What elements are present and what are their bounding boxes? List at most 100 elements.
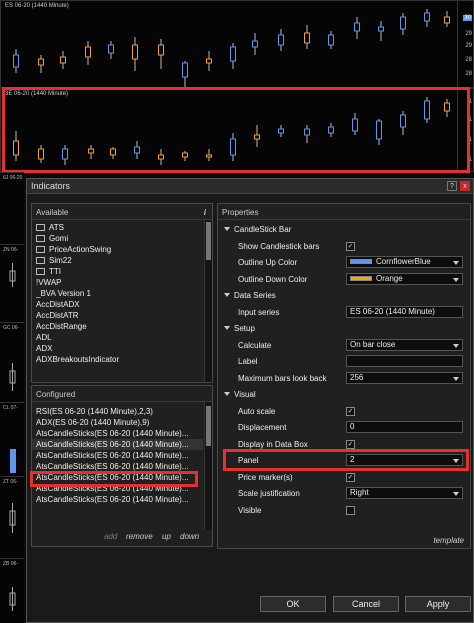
configured-item[interactable]: AtsCandleSticks(ES 06-20 (1440 Minute)..… <box>32 450 203 461</box>
property-dropdown[interactable]: Orange <box>346 272 463 285</box>
top-chart-price-axis[interactable]: 30 29 29 28 28 <box>457 1 473 87</box>
property-dropdown[interactable]: On bar close <box>346 338 463 351</box>
candle-body <box>424 12 430 22</box>
property-name: Visible <box>238 505 262 515</box>
info-icon[interactable]: i <box>204 208 206 217</box>
side-chart-label: CL 07- <box>3 405 18 411</box>
available-item-label: TTI <box>49 267 61 276</box>
color-swatch <box>350 275 372 281</box>
up-link[interactable]: up <box>162 532 171 541</box>
property-checkbox[interactable]: ✓ <box>346 472 355 482</box>
property-name: Display in Data Box <box>238 439 308 449</box>
property-dropdown[interactable]: Right <box>346 487 463 499</box>
candle-body <box>354 22 360 32</box>
close-button[interactable]: x <box>460 181 470 191</box>
side-chart-label: GC 06- <box>3 325 20 331</box>
property-checkbox[interactable] <box>346 505 355 515</box>
candle-body <box>60 56 66 64</box>
candle-body <box>400 16 406 30</box>
candle-body <box>182 62 188 78</box>
apply-button[interactable]: Apply <box>405 596 471 612</box>
available-scrollbar[interactable] <box>204 220 212 382</box>
scroll-thumb[interactable] <box>206 406 211 446</box>
side-chart-label: ZN 06- <box>3 247 19 253</box>
template-link[interactable]: template <box>433 536 464 545</box>
indicators-dialog[interactable]: Indicators ? x Available i ATS Gomi PriceA… <box>26 178 474 623</box>
available-item[interactable]: PriceActionSwing <box>32 244 203 255</box>
configured-item[interactable]: AtsCandleSticks(ES 06-20 (1440 Minute)..… <box>32 494 203 505</box>
property-name: Price marker(s) <box>238 472 293 482</box>
property-category[interactable]: Data Series <box>218 288 470 303</box>
available-item[interactable]: Gomi <box>32 233 203 244</box>
category-label: Data Series <box>234 291 276 300</box>
configured-scrollbar[interactable] <box>204 402 212 530</box>
side-chart[interactable]: 6J 06-20 <box>0 172 24 244</box>
side-candles <box>9 503 16 533</box>
side-chart[interactable]: ZB 06- <box>0 558 24 623</box>
available-item[interactable]: ADL <box>32 332 203 343</box>
ok-button[interactable]: OK <box>260 596 326 612</box>
candle-body <box>158 44 164 56</box>
side-chart[interactable]: GC 06- <box>0 322 24 402</box>
property-row: Show Candlestick bars ✓ <box>218 239 470 254</box>
available-item[interactable]: ADX <box>32 343 203 354</box>
available-item[interactable]: ADXBreakoutsIndicator <box>32 354 203 365</box>
available-item-label: Gomi <box>49 234 69 243</box>
property-checkbox[interactable]: ✓ <box>346 439 355 449</box>
property-dropdown[interactable]: CornflowerBlue <box>346 256 463 268</box>
property-category[interactable]: Setup <box>218 321 470 336</box>
side-chart[interactable]: ZN 06- <box>0 244 24 322</box>
category-title: CandleStick Bar <box>224 225 291 234</box>
configured-item[interactable]: AtsCandleSticks(ES 06-20 (1440 Minute)..… <box>32 439 203 450</box>
property-value: CornflowerBlue <box>376 257 431 266</box>
available-item[interactable]: Sim22 <box>32 255 203 266</box>
available-item[interactable]: ATS <box>32 222 203 233</box>
candle-body <box>328 34 334 46</box>
configured-item[interactable]: AtsCandleSticks(ES 06-20 (1440 Minute)..… <box>32 428 203 439</box>
property-name: Displacement <box>238 423 287 432</box>
property-input[interactable]: 0 <box>346 421 463 433</box>
top-chart-panel[interactable]: ES 06-20 (1440 Minute) 30 29 29 28 28 <box>0 0 474 88</box>
configured-title: Configured <box>36 390 76 399</box>
add-link[interactable]: add <box>104 532 117 541</box>
configured-item[interactable]: RSI(ES 06-20 (1440 Minute),2,3) <box>32 406 203 417</box>
property-input[interactable] <box>346 355 463 367</box>
cancel-button[interactable]: Cancel <box>333 596 399 612</box>
available-item[interactable]: TTI <box>32 266 203 277</box>
available-item[interactable]: !VWAP <box>32 277 203 288</box>
available-item[interactable]: AccDistATR <box>32 310 203 321</box>
property-dropdown[interactable]: 256 <box>346 371 463 384</box>
configured-list[interactable]: RSI(ES 06-20 (1440 Minute),2,3) ADX(ES 06… <box>32 406 203 505</box>
folder-icon <box>36 268 45 275</box>
available-header: Available i <box>32 204 212 220</box>
property-checkbox[interactable]: ✓ <box>346 406 355 416</box>
side-chart-label: ZB 06- <box>3 561 19 567</box>
help-button[interactable]: ? <box>447 181 457 191</box>
available-item[interactable]: _BVA Version 1 <box>32 288 203 299</box>
properties-panel: Properties CandleStick Bar Show Candlesti… <box>217 203 471 549</box>
available-item[interactable]: AccDistRange <box>32 321 203 332</box>
category-label: Setup <box>234 324 255 333</box>
side-chart[interactable]: ZT 06- <box>0 476 24 558</box>
configured-item[interactable]: ADX(ES 06-20 (1440 Minute),9) <box>32 417 203 428</box>
properties-header: Properties <box>218 204 470 220</box>
property-checkbox[interactable]: ✓ <box>346 241 355 251</box>
scroll-thumb[interactable] <box>206 222 211 260</box>
remove-link[interactable]: remove <box>126 532 153 541</box>
down-link[interactable]: down <box>180 532 199 541</box>
side-chart[interactable]: CL 07- <box>0 402 24 476</box>
category-label: Visual <box>234 390 256 399</box>
property-category[interactable]: CandleStick Bar <box>218 222 470 237</box>
available-item[interactable]: AccDistADX <box>32 299 203 310</box>
property-row: Calculate On bar close <box>218 338 470 353</box>
dialog-titlebar[interactable]: Indicators ? x <box>27 179 473 194</box>
highlight-second-chart <box>2 87 470 173</box>
candle-body <box>278 34 284 46</box>
available-item-label: Sim22 <box>49 256 72 265</box>
property-input[interactable]: ES 06-20 (1440 Minute) <box>346 305 463 318</box>
property-value: ES 06-20 (1440 Minute) <box>350 306 435 316</box>
side-candles <box>9 587 16 611</box>
available-list[interactable]: ATS Gomi PriceActionSwing Sim22 TTI !VWAP _BVA… <box>32 222 203 365</box>
property-category[interactable]: Visual <box>218 387 470 402</box>
price-tag: 30 <box>463 15 472 21</box>
